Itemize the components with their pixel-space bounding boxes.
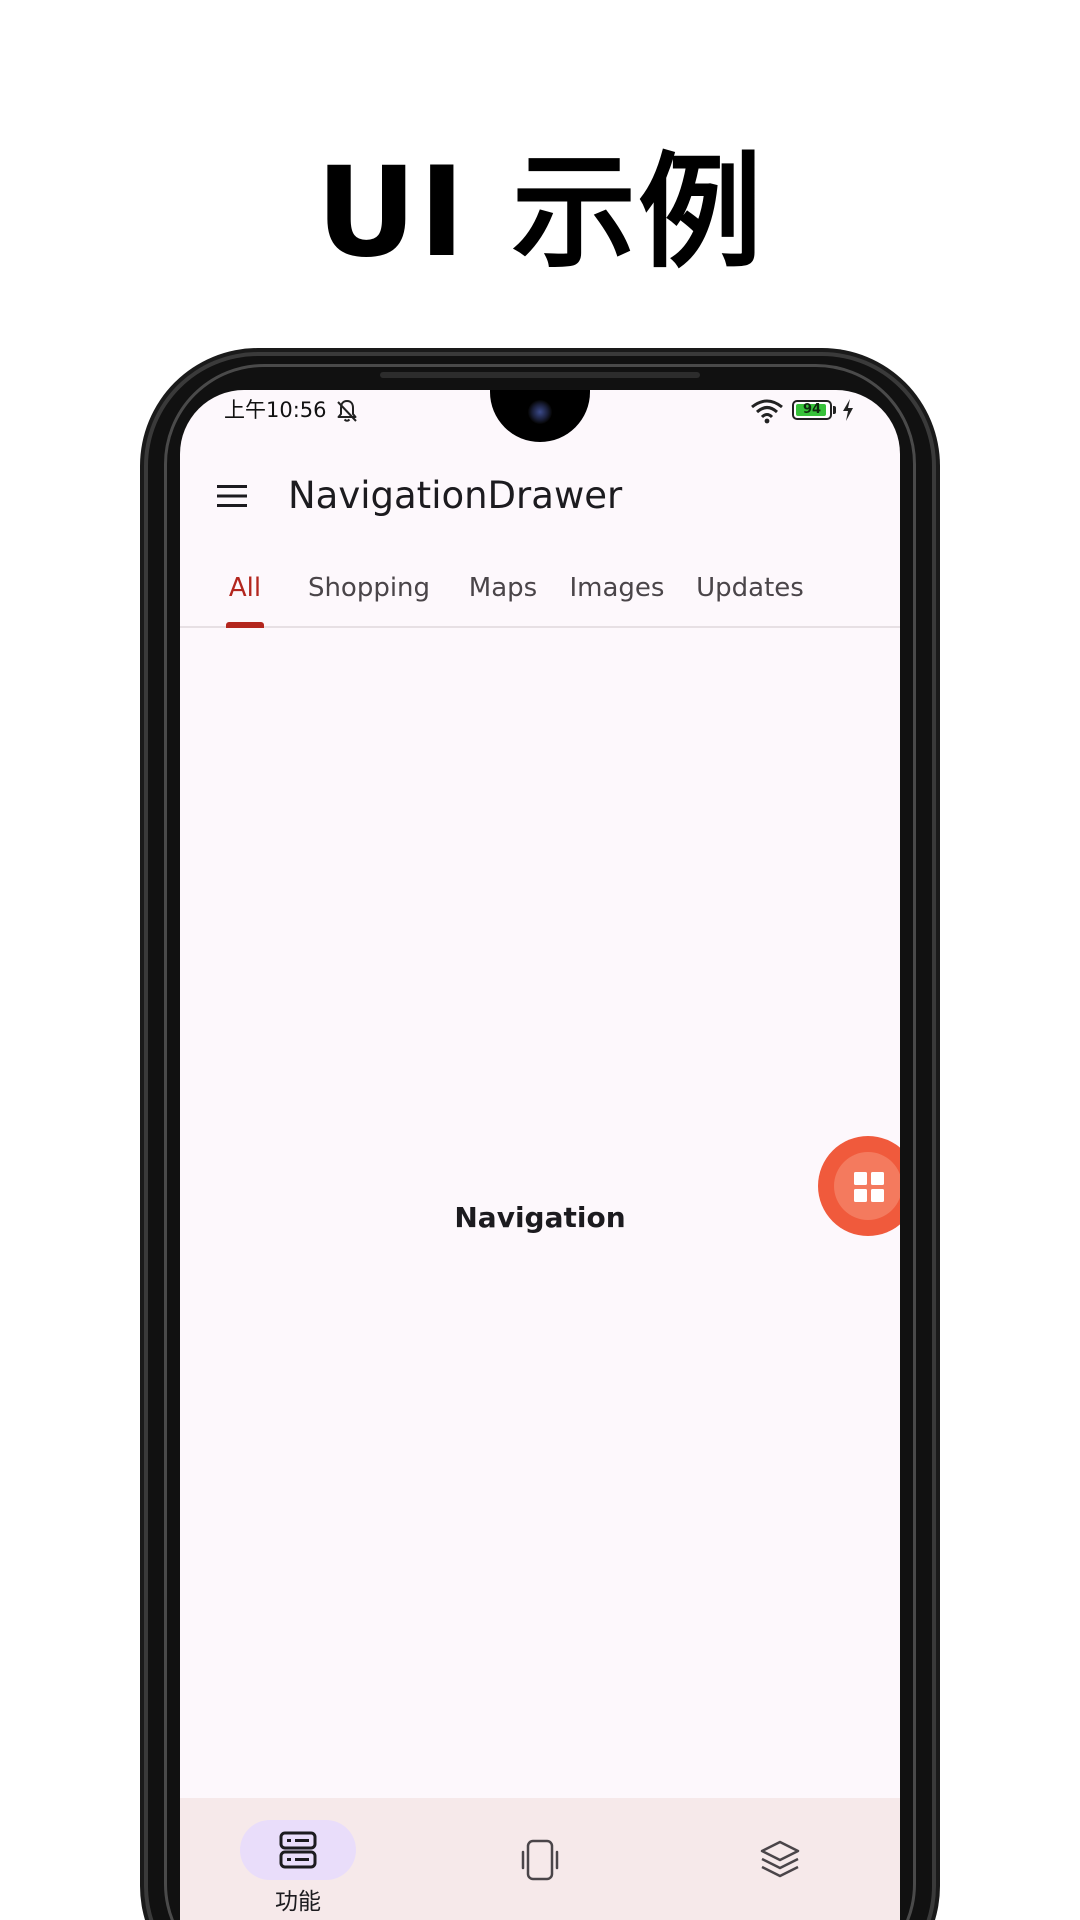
tab-maps[interactable]: Maps [458,550,548,626]
layers-icon[interactable] [758,1838,802,1882]
bottom-navigation: 功能 [180,1798,900,1920]
tab-images[interactable]: Images [562,550,672,626]
tab-all[interactable]: All [210,550,280,626]
hero-title: UI 示例 [316,141,764,285]
grid-icon [854,1172,884,1202]
battery-icon: 94 [792,400,832,420]
app-title: NavigationDrawer [288,474,623,517]
battery-cap [833,406,836,414]
status-time: 上午10:56 [224,398,327,422]
bell-off-icon [337,400,357,422]
phone-speaker [380,372,700,378]
camera-notch [490,390,590,442]
list-icon [279,1831,317,1869]
page: UI 示例 上午10:56 94 NavigationDrawer All Sh… [0,0,1080,1920]
charging-icon [843,399,853,421]
wifi-icon [751,399,783,424]
tab-shopping[interactable]: Shopping [294,550,444,626]
menu-icon[interactable] [210,474,254,518]
tab-updates[interactable]: Updates [680,550,820,626]
front-camera [528,400,552,424]
phone-screen: 上午10:56 94 NavigationDrawer All Shopping… [180,390,900,1920]
battery-level-text: 94 [802,402,822,417]
fab-inner [834,1152,900,1220]
tab-bar: All Shopping Maps Images Updates [180,550,900,628]
nav-label-features: 功能 [275,1889,321,1915]
phone-icon[interactable] [518,1838,562,1882]
content-label: Navigation [454,1201,626,1234]
tab-indicator [226,622,264,628]
